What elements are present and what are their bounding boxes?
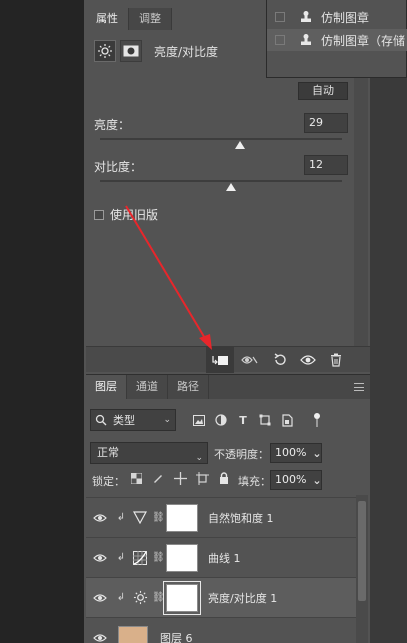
link-chain-icon[interactable]: ⛓ [152,552,165,563]
workspace-background [0,0,84,643]
blend-mode-select[interactable]: 正常 ⌄ [90,442,208,464]
blend-mode-value: 正常 [97,446,119,459]
layer-row[interactable]: ↲ ⛓ 自然饱和度 1 [86,497,356,537]
tab-channels[interactable]: 通道 [127,375,168,399]
layer-name: 图层 6 [160,631,193,643]
chevron-down-icon[interactable]: ⌄ [308,444,326,462]
tab-paths[interactable]: 路径 [168,375,209,399]
brightness-adjustment-icon[interactable] [94,40,116,62]
opacity-label: 不透明度： [214,448,269,461]
lock-position-icon[interactable] [172,470,188,486]
use-legacy-checkbox[interactable] [94,209,104,220]
history-item[interactable]: 仿制图章（存储 [267,29,407,51]
layer-row[interactable]: 图层 6 [86,617,356,643]
reset-icon[interactable] [266,347,294,373]
tab-properties[interactable]: 属性 [86,8,129,30]
tab-adjustments[interactable]: 调整 [129,8,172,30]
delete-icon[interactable] [322,347,350,373]
clipping-indicator-icon: ↲ [116,592,126,603]
chevron-down-icon[interactable]: ⌄ [308,471,326,489]
layer-mask-thumbnail[interactable] [166,543,198,572]
history-item-label: 仿制图章 [321,10,370,25]
history-snapshot-checkbox[interactable] [275,12,285,22]
link-chain-icon[interactable]: ⛓ [152,592,165,603]
history-panel: 仿制图章 仿制图章（存储 [266,0,407,78]
search-icon [95,414,107,426]
lock-artboard-icon[interactable] [194,470,210,486]
history-snapshot-checkbox[interactable] [275,35,285,45]
use-legacy-option[interactable]: 使用旧版 [94,206,158,223]
clipping-indicator-icon: ↲ [116,512,126,523]
eye-icon[interactable] [86,593,114,603]
fill-value: 100% [275,473,307,486]
eye-icon[interactable] [86,513,114,523]
clip-to-layer-icon[interactable] [206,347,234,373]
shape-layer-filter-icon[interactable] [256,411,274,429]
fill-label: 填充： [238,475,271,488]
use-legacy-label: 使用旧版 [110,208,159,222]
layer-mask-thumbnail[interactable] [163,580,201,615]
layer-name: 亮度/对比度 1 [208,591,278,605]
history-item[interactable]: 仿制图章 [267,6,407,28]
brightness-slider-handle[interactable] [235,141,246,149]
lock-image-pixels-icon[interactable] [150,470,166,486]
vibrance-icon [128,511,152,524]
layer-filter-label: 类型 [113,414,135,427]
layers-panel: 图层 通道 路径 类型 ⌄ T 正常 ⌄ 不透明度： 100% ⌄ 锁定： 填充… [86,374,370,643]
layers-scrollbar-thumb[interactable] [358,501,366,601]
adjustment-layer-filter-icon[interactable] [212,411,230,429]
panel-title: 亮度/对比度 [154,44,219,59]
link-chain-icon[interactable]: ⛓ [152,512,165,523]
clone-stamp-icon [301,11,311,22]
contrast-input[interactable]: 12 [304,155,348,175]
image-thumb-icon [118,625,148,643]
brightness-icon [128,590,152,605]
type-layer-filter-icon[interactable]: T [234,411,252,429]
curves-icon [128,550,152,565]
opacity-value: 100% [275,446,307,459]
layer-mask-thumbnail[interactable] [166,503,198,532]
right-dock-strip [370,0,407,643]
clipping-indicator-icon: ↲ [116,552,126,563]
clone-stamp-icon [301,34,311,45]
visibility-toggle-icon[interactable] [294,347,322,373]
brightness-slider[interactable] [100,138,342,149]
chevron-down-icon: ⌄ [163,415,171,425]
brightness-label: 亮度： [94,118,131,132]
view-previous-state-icon[interactable] [236,347,264,373]
layer-filter-select[interactable]: 类型 ⌄ [90,409,176,431]
layers-scrollbar[interactable] [356,495,368,643]
smart-object-filter-icon[interactable] [278,411,296,429]
layer-name: 自然饱和度 1 [208,511,274,525]
lock-transparent-pixels-icon[interactable] [128,470,144,486]
chevron-down-icon: ⌄ [195,453,203,463]
brightness-input[interactable]: 29 [304,113,348,133]
pixel-layer-filter-icon[interactable] [190,411,208,429]
layer-row-selected[interactable]: ↲ ⛓ 亮度/对比度 1 [86,577,356,617]
tab-layers[interactable]: 图层 [86,375,127,399]
eye-icon[interactable] [86,553,114,563]
layers-tabs: 图层 通道 路径 [86,375,370,399]
contrast-slider[interactable] [100,180,342,191]
layer-row[interactable]: ↲ ⛓ 曲线 1 [86,537,356,577]
panel-menu-icon[interactable] [354,383,364,391]
history-item-label: 仿制图章（存储 [321,33,406,48]
properties-footer [86,346,370,373]
eye-icon[interactable] [86,633,114,643]
filter-toggle-icon[interactable] [308,411,326,429]
lock-all-icon[interactable] [216,470,232,486]
layer-mask-icon[interactable] [120,40,142,62]
contrast-label: 对比度： [94,160,143,174]
auto-button[interactable]: 自动 [298,82,348,100]
layer-name: 曲线 1 [208,551,241,565]
lock-label: 锁定： [92,475,125,488]
properties-header: 亮度/对比度 [94,38,218,64]
contrast-slider-handle[interactable] [225,183,236,191]
